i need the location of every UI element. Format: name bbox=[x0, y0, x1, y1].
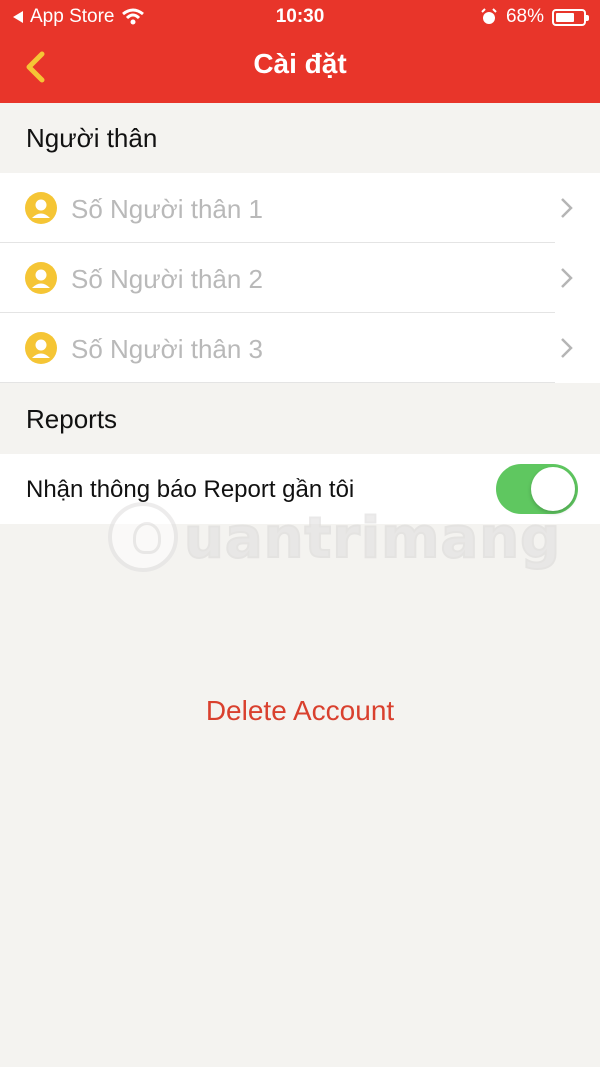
relative-row-1[interactable]: Số Người thân 1 bbox=[0, 173, 600, 243]
section-header-relatives: Người thân bbox=[26, 122, 158, 153]
delete-account-button[interactable]: Delete Account bbox=[0, 695, 600, 727]
person-icon bbox=[25, 262, 57, 294]
chevron-right-icon bbox=[561, 268, 573, 288]
divider bbox=[0, 382, 555, 383]
person-icon bbox=[25, 192, 57, 224]
alarm-icon bbox=[481, 8, 497, 24]
battery-icon bbox=[552, 8, 589, 26]
person-icon bbox=[25, 332, 57, 364]
relative-row-2[interactable]: Số Người thân 2 bbox=[0, 243, 600, 313]
battery-level bbox=[556, 12, 574, 22]
page-title: Cài đặt bbox=[253, 48, 347, 79]
report-notification-label: Nhận thông báo Report gần tôi bbox=[26, 476, 355, 503]
relative-label: Số Người thân 2 bbox=[71, 264, 264, 294]
toggle-knob bbox=[531, 467, 575, 511]
section-header-reports: Reports bbox=[26, 403, 118, 434]
chevron-right-icon bbox=[561, 338, 573, 358]
report-notification-toggle[interactable] bbox=[496, 464, 578, 514]
status-bar: App Store 10:30 68% bbox=[0, 0, 600, 34]
chevron-right-icon bbox=[561, 198, 573, 218]
relative-label: Số Người thân 1 bbox=[71, 194, 264, 224]
relative-label: Số Người thân 3 bbox=[71, 334, 264, 364]
battery-percent: 68% bbox=[505, 6, 544, 27]
navigation-bar: App Store 10:30 68% Cài đặt bbox=[0, 0, 600, 103]
relative-row-3[interactable]: Số Người thân 3 bbox=[0, 313, 600, 383]
